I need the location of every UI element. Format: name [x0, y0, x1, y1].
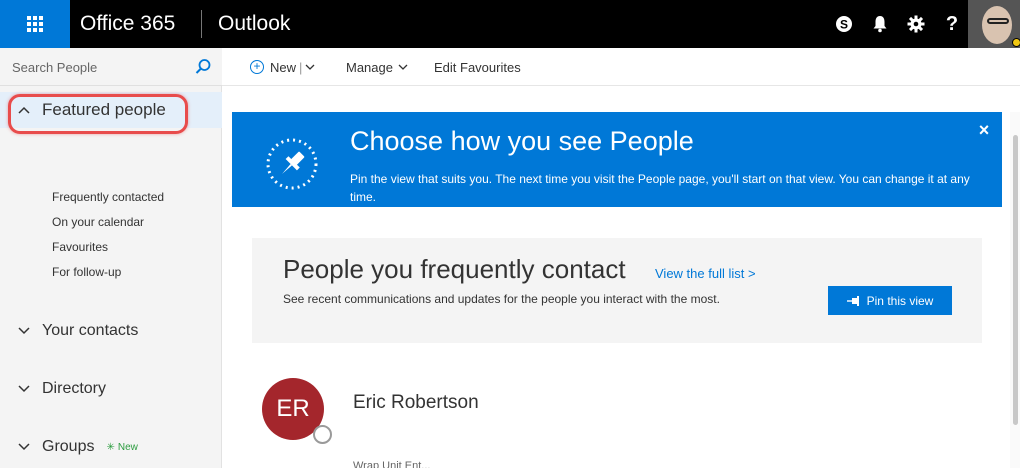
plus-circle-icon: + — [250, 60, 264, 74]
pin-this-view-label: Pin this view — [866, 293, 934, 308]
pin-this-view-button[interactable]: Pin this view — [828, 286, 952, 315]
nav-your-contacts-label: Your contacts — [42, 322, 139, 339]
outlook-people-app: Office 365 Outlook S ? Search People Fea… — [0, 0, 1020, 468]
nav-groups-label: Groups — [42, 438, 95, 455]
avatar-glasses — [987, 18, 1009, 24]
office-365-link[interactable]: Office 365 — [80, 0, 175, 48]
command-bar: + New | Manage Edit Favourites — [222, 48, 1020, 86]
separator: | — [299, 59, 303, 75]
app-launcher-icon — [27, 16, 43, 32]
manage-button[interactable]: Manage — [346, 48, 408, 86]
notification-bell-icon — [873, 16, 887, 33]
nav-your-contacts[interactable]: Your contacts — [0, 318, 222, 344]
svg-text:S: S — [840, 18, 848, 32]
new-badge-label: New — [117, 441, 138, 453]
skype-icon: S — [836, 16, 852, 32]
app-launcher-button[interactable] — [0, 0, 70, 48]
search-input[interactable] — [12, 56, 182, 78]
help-icon: ? — [945, 12, 959, 35]
close-icon[interactable]: × — [976, 120, 992, 140]
settings-gear-icon — [907, 15, 925, 33]
chevron-down-icon — [18, 443, 32, 451]
new-button-label: New — [270, 59, 297, 75]
pin-icon — [846, 295, 859, 306]
search-icon[interactable] — [193, 57, 213, 77]
card-title: People you frequently contact — [283, 254, 626, 284]
edit-favourites-button[interactable]: Edit Favourites — [434, 48, 521, 86]
pin-badge-icon — [266, 138, 318, 190]
notifications-button[interactable] — [862, 0, 898, 48]
nav-directory-label: Directory — [42, 380, 107, 397]
settings-button[interactable] — [898, 0, 934, 48]
contact-name[interactable]: Eric Robertson — [353, 392, 479, 414]
nav-item-favourites[interactable]: Favourites — [52, 240, 108, 254]
presence-indicator — [313, 425, 332, 444]
nav-item-frequently-contacted[interactable]: Frequently contacted — [52, 190, 164, 204]
sparkle-icon: ✳ — [106, 441, 115, 453]
nav-groups[interactable]: Groups ✳ New — [0, 434, 222, 460]
search-box — [0, 48, 222, 86]
card-description: See recent communications and updates fo… — [283, 292, 720, 306]
chevron-down-icon — [398, 64, 408, 70]
manage-button-label: Manage — [346, 59, 393, 75]
banner-title: Choose how you see People — [350, 126, 694, 156]
top-bar: Office 365 Outlook S ? — [0, 0, 1020, 48]
contact-subtitle: Wrap Unit Ent... — [353, 460, 431, 468]
highlight-annotation — [8, 94, 188, 134]
presence-status-dot — [1012, 38, 1020, 47]
nav-item-for-follow-up[interactable]: For follow-up — [52, 265, 121, 279]
avatar-photo — [982, 6, 1012, 44]
help-button[interactable]: ? — [934, 0, 970, 48]
nav-item-on-your-calendar[interactable]: On your calendar — [52, 215, 144, 229]
chevron-down-icon — [18, 385, 32, 393]
chevron-down-icon — [18, 327, 32, 335]
scrollbar-thumb[interactable] — [1013, 135, 1018, 425]
chevron-down-icon — [305, 64, 315, 70]
new-button[interactable]: + New | — [250, 48, 315, 86]
app-name[interactable]: Outlook — [218, 0, 290, 48]
brand-divider — [201, 10, 202, 38]
banner-text: Pin the view that suits you. The next ti… — [350, 172, 970, 204]
view-full-list-link[interactable]: View the full list > — [655, 266, 756, 281]
skype-button[interactable]: S — [826, 0, 862, 48]
new-badge: ✳ New — [106, 442, 137, 453]
nav-directory[interactable]: Directory — [0, 376, 222, 402]
